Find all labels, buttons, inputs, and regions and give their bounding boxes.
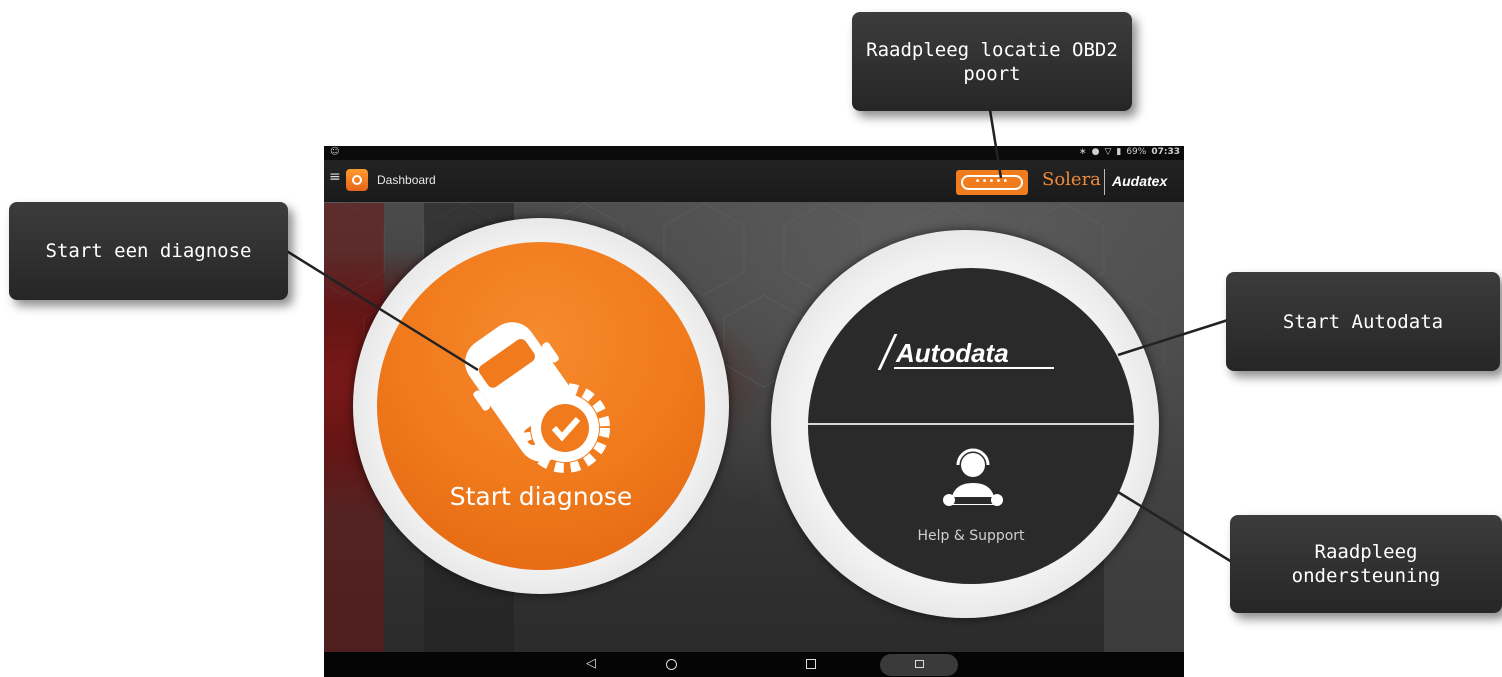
- autodata-callout-line: [1117, 318, 1229, 357]
- diagnose-callout-line: [284, 248, 479, 372]
- callout-obd-location: Raadpleeg locatie OBD2 poort: [852, 12, 1132, 111]
- support-callout-line: [1117, 490, 1233, 564]
- callout-start-diagnose: Start een diagnose: [9, 202, 288, 300]
- callout-support: Raadpleeg ondersteuning: [1230, 515, 1502, 613]
- callout-start-autodata: Start Autodata: [1226, 272, 1500, 371]
- obd-callout-line: [988, 109, 1003, 179]
